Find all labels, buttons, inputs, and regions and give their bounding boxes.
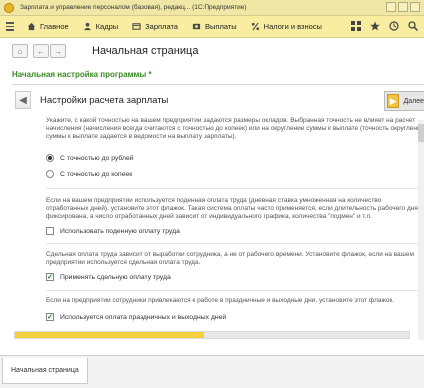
toolbar-right [351,21,418,31]
section-salary[interactable]: Зарплата [132,22,178,31]
text-line: отработанных дней), установите этот флаж… [46,205,422,212]
text-line: фиксирована, а число отработанных дней з… [46,213,372,220]
vertical-scrollbar[interactable] [418,120,424,340]
app-logo-icon [4,2,14,13]
daily-pay-option[interactable]: Использовать поденную оплату труда [46,227,180,235]
checkbox-label: Использовать поденную оплату труда [60,227,180,235]
text-line: Укажите, с какой точностью на вашем пред… [46,117,416,124]
people-icon [83,22,91,31]
progress-fill [15,332,205,338]
daily-pay-checkbox[interactable] [46,227,54,235]
radio-rubles-option[interactable]: С точностью до рублей [46,154,134,162]
checkbox-label: Применять сдельную оплату труда [60,273,171,281]
maximize-icon[interactable] [398,2,408,12]
radio-kopecks-option[interactable]: С точностью до копеек [46,170,132,178]
section-label: Кадры [95,22,119,31]
section-taxes[interactable]: Налоги и взносы [251,22,322,31]
text-line: начисления (начисления всегда считаются … [46,125,422,132]
piece-pay-checkbox[interactable]: ✓ [46,273,54,281]
text-line: Сдельная оплата труда зависит от выработ… [46,251,414,258]
section-label: Главное [40,22,69,31]
window-title: Зарплата и управление персоналом (базова… [20,4,247,11]
nav-row: ⌂ ← → Начальная страница [0,38,424,64]
text-line: Если на вашем предприятии используется п… [46,197,382,204]
holiday-pay-checkbox[interactable]: ✓ [46,313,54,321]
next-label: Далее [403,97,424,105]
page-title: Начальная страница [92,45,199,57]
section-main[interactable]: Главное [27,22,69,31]
wizard-next-button[interactable]: ▶ Далее [384,91,424,111]
wizard-progress-bar [14,331,410,339]
text-line: суммы к выплате задается в ведомости на … [46,133,237,140]
section-payments[interactable]: Выплаты [192,22,237,31]
radio-label: С точностью до копеек [60,170,133,178]
holiday-pay-option[interactable]: ✓ Используется оплата праздничных и выхо… [46,313,226,321]
open-windows-bar: Начальная страница [0,355,424,388]
precision-description: Укажите, с какой точностью на вашем пред… [46,117,422,141]
piece-pay-description: Сдельная оплата труда зависит от выработ… [46,251,422,267]
section-label: Налоги и взносы [263,22,322,31]
main-menu-icon[interactable] [3,20,17,34]
home-icon [27,22,36,31]
payments-icon [192,23,201,30]
arrow-right-icon: ▶ [387,94,400,108]
window-controls [386,2,420,12]
minimize-icon[interactable] [386,2,396,12]
tab-home-page[interactable]: Начальная страница [2,358,88,384]
wizard-back-button[interactable]: ◀ [15,91,31,109]
wizard-panel: ◀ Настройки расчета зарплаты ▶ Далее Ука… [12,84,424,349]
section-label: Выплаты [204,22,237,31]
history-icon[interactable] [389,21,399,31]
salary-icon [132,23,141,30]
text-line: предприятии используется сдельная оплата… [46,259,201,266]
back-button[interactable]: ← [33,44,49,58]
piece-pay-option[interactable]: ✓ Применять сдельную оплату труда [46,273,171,281]
percent-icon [251,22,259,31]
text-line: Если на предприятии сотрудники привлекаю… [46,297,395,304]
close-icon[interactable] [410,2,420,12]
star-icon[interactable] [370,21,380,31]
home-button[interactable]: ⌂ [12,44,28,58]
radio-label: С точностью до рублей [60,154,134,162]
divider [46,243,422,244]
checkbox-label: Используется оплата праздничных и выходн… [60,313,227,321]
radio-rubles[interactable] [46,154,54,162]
search-icon[interactable] [408,21,418,31]
daily-pay-description: Если на вашем предприятии используется п… [46,197,422,221]
wizard-title: Настройки расчета зарплаты [40,95,169,106]
scrollbar-thumb[interactable] [418,124,424,142]
radio-kopecks[interactable] [46,170,54,178]
divider [46,290,422,291]
forward-button[interactable]: → [50,44,66,58]
section-label: Зарплата [145,22,178,31]
divider [46,188,422,189]
apps-grid-icon[interactable] [351,21,361,31]
holiday-pay-description: Если на предприятии сотрудники привлекаю… [46,297,422,305]
window-title-bar: Зарплата и управление персоналом (базова… [0,0,424,16]
section-bar: Главное Кадры Зарплата Выплаты Налоги и … [0,16,424,38]
section-hr[interactable]: Кадры [83,22,118,31]
setup-title: Начальная настройка программы * [12,70,152,79]
